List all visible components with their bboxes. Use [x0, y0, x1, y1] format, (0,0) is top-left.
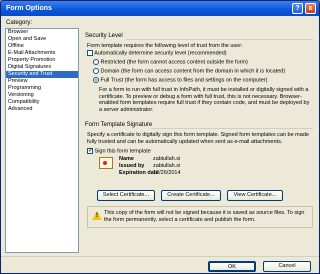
domain-label: Domain (the form can access content from…	[100, 68, 286, 75]
full-trust-label: Full Trust (the form has access to files…	[100, 77, 268, 84]
cert-issued-key: Issued by	[119, 163, 145, 169]
cert-expiry-key: Expiration date	[119, 170, 159, 176]
category-label: Category:	[6, 20, 33, 26]
category-list[interactable]: Browser Open and Save Offline E-Mail Att…	[5, 28, 79, 253]
title-bar: Form Options ? x	[1, 1, 319, 16]
security-intro: Form template requires the following lev…	[87, 43, 243, 49]
category-item-programming[interactable]: Programming	[6, 85, 78, 92]
category-item-security-and-trust[interactable]: Security and Trust	[6, 71, 78, 78]
signature-description: Specify a certificate to digitally sign …	[87, 132, 309, 145]
certificate-details: Name zabiullah.si Issued by zabiullah.si E…	[119, 156, 181, 177]
security-divider	[126, 39, 313, 40]
full-trust-option[interactable]: Full Trust (the form has access to files…	[93, 77, 267, 83]
restricted-radio[interactable]	[93, 59, 99, 65]
category-item-property-promotion[interactable]: Property Promotion	[6, 57, 78, 64]
help-icon[interactable]: ?	[292, 3, 303, 14]
cert-expiry-value: 12/26/2014	[153, 170, 181, 176]
auto-security-label: Automatically determine security level (…	[94, 50, 227, 57]
category-item-open-and-save[interactable]: Open and Save	[6, 36, 78, 43]
category-item-versioning[interactable]: Versioning	[6, 92, 78, 99]
signature-divider	[151, 128, 313, 129]
restricted-label: Restricted (the form cannot access conte…	[100, 59, 248, 66]
category-item-preview[interactable]: Preview	[6, 78, 78, 85]
signature-warning: ! This copy of the form will not be sign…	[87, 206, 313, 228]
signature-warning-text: This copy of the form will not be signed…	[104, 210, 305, 223]
warning-icon: !	[92, 211, 102, 220]
domain-option[interactable]: Domain (the form can access content from…	[93, 68, 285, 74]
full-trust-description: For a form to run with full trust in Inf…	[99, 87, 310, 113]
cert-name-key: Name	[119, 156, 134, 162]
select-certificate-button[interactable]: Select Certificate...	[97, 190, 155, 201]
domain-radio[interactable]	[93, 68, 99, 74]
full-trust-radio[interactable]	[93, 77, 99, 83]
auto-security-option[interactable]: Automatically determine security level (…	[87, 50, 227, 56]
restricted-option[interactable]: Restricted (the form cannot access conte…	[93, 59, 248, 65]
close-icon[interactable]: x	[305, 3, 316, 14]
category-item-offline[interactable]: Offline	[6, 43, 78, 50]
sign-template-checkbox[interactable]: ✓	[87, 148, 93, 154]
form-options-dialog: Form Options ? x Category: Browser Open …	[0, 0, 320, 274]
category-item-email-attachments[interactable]: E-Mail Attachments	[6, 50, 78, 57]
category-item-advanced[interactable]: Advanced	[6, 106, 78, 113]
security-level-heading: Security Level	[85, 33, 123, 39]
cert-issued-value: zabiullah.si	[153, 163, 181, 169]
category-item-digital-signatures[interactable]: Digital Signatures	[6, 64, 78, 71]
cancel-button[interactable]: Cancel	[263, 261, 311, 272]
category-item-compatibility[interactable]: Compatibility	[6, 99, 78, 106]
window-title: Form Options	[6, 5, 52, 12]
sign-template-option[interactable]: ✓ Sign this form template	[87, 148, 151, 154]
create-certificate-button[interactable]: Create Certificate...	[161, 190, 221, 201]
view-certificate-button[interactable]: View Certificate...	[227, 190, 283, 201]
certificate-icon	[99, 157, 113, 169]
footer-divider	[1, 256, 319, 257]
sign-template-label: Sign this form template	[94, 148, 151, 155]
signature-heading: Form Template Signature	[85, 122, 153, 128]
cert-name-value: zabiullah.si	[153, 156, 181, 162]
ok-button[interactable]: OK	[208, 261, 256, 272]
category-item-browser[interactable]: Browser	[6, 29, 78, 36]
auto-security-checkbox[interactable]	[87, 50, 93, 56]
